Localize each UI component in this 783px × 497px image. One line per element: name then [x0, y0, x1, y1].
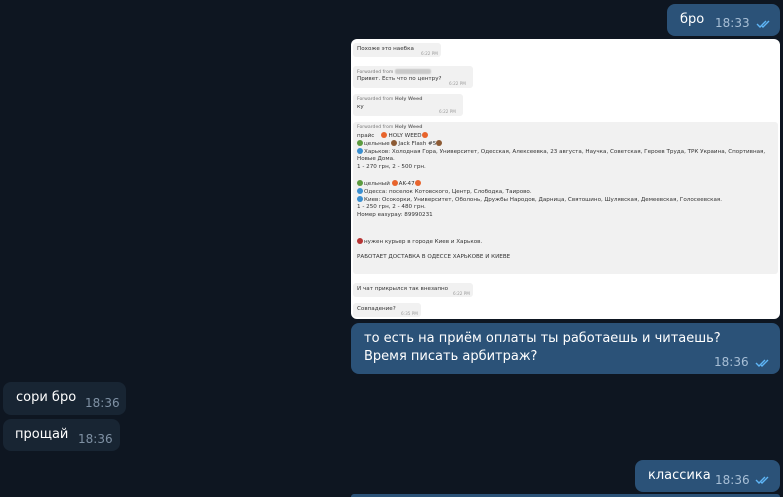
read-checkmarks-icon: [755, 476, 769, 484]
leaf-emoji-icon: [357, 140, 363, 146]
read-checkmarks-icon: [756, 20, 770, 28]
price-line: нужен курьер в городе Киев и Харьков.: [357, 238, 482, 247]
message-time: 18:36: [714, 355, 749, 369]
leaf-emoji-icon: [357, 180, 363, 186]
screenshot-message-text: ку: [357, 104, 364, 110]
forwarded-label: Forwarded from: [357, 69, 431, 75]
price-line: Номер easypay: 89990231: [357, 212, 433, 218]
price-line: 1 - 270 грн, 2 - 500 грн.: [357, 164, 426, 170]
fire-emoji-icon: [414, 180, 421, 186]
globe-emoji-icon: [357, 148, 363, 154]
read-checkmarks-icon: [755, 359, 769, 367]
price-line: Харьков: Холодная Гора, Университет, Оде…: [357, 148, 765, 157]
courier-emoji-icon: [357, 238, 363, 244]
screenshot-forwarded-message: Forwarded from Holy Weed ку 6:22 PM: [353, 94, 463, 116]
forwarded-label: Forwarded from Holy Weed: [357, 97, 423, 102]
screenshot-message-time: 6:22 PM: [449, 81, 466, 86]
price-line: Новые Дома.: [357, 156, 395, 162]
globe-emoji-icon: [357, 188, 363, 194]
fire-emoji-icon: [421, 132, 428, 138]
outgoing-message[interactable]: классика 18:36: [635, 460, 780, 492]
message-time: 18:36: [715, 473, 750, 487]
blurred-sender: [394, 69, 431, 74]
message-time: 18:36: [78, 432, 113, 446]
screenshot-message-time: 6:22 PM: [453, 291, 470, 296]
screenshot-forwarded-message: Forwarded from Привет. Есть что по центр…: [353, 66, 473, 88]
bud-emoji-icon: [436, 140, 443, 146]
screenshot-message-text: И чат прикрылся так внезапно: [357, 286, 449, 292]
price-line: 1 - 250 грн, 2 - 480 грн.: [357, 204, 426, 210]
price-line: РАБОТАЕТ ДОСТАВКА В ОДЕССЕ ХАРЬКОВЕ И КИ…: [357, 254, 511, 260]
message-time: 18:36: [85, 396, 120, 410]
globe-emoji-icon: [357, 196, 363, 202]
incoming-message[interactable]: сори бро 18:36: [3, 382, 126, 415]
bud-emoji-icon: [391, 140, 398, 146]
screenshot-message-time: 6:35 PM: [401, 311, 418, 316]
screenshot-message: Похоже это наебка 6:22 PM: [353, 43, 441, 57]
screenshot-message-text: Привет. Есть что по центру?: [357, 76, 442, 82]
message-text: сори бро: [16, 390, 77, 405]
incoming-message[interactable]: прощай 18:36: [3, 419, 120, 451]
message-text: классика: [648, 468, 711, 483]
fire-emoji-icon: [381, 132, 388, 138]
screenshot-forwarded-price-message: Forwarded from Holy Weed прайс HOLY WEED…: [353, 122, 778, 274]
screenshot-message: И чат прикрылся так внезапно 6:22 PM: [353, 283, 473, 297]
screenshot-message-time: 6:22 PM: [421, 51, 438, 56]
screenshot-message-time: 6:22 PM: [439, 109, 456, 114]
message-text: прощай: [15, 427, 69, 442]
screenshot-message-text: Совпадение?: [357, 306, 396, 312]
outgoing-message[interactable]: бро 18:33: [667, 4, 780, 36]
chat-screenshot-image[interactable]: Похоже это наебка 6:22 PM Forwarded from…: [351, 39, 780, 319]
message-text: бро: [680, 12, 705, 27]
message-time: 18:33: [715, 16, 750, 30]
screenshot-message: Совпадение? 6:35 PM: [353, 303, 421, 317]
screenshot-message-text: Похоже это наебка: [357, 46, 414, 52]
fire-emoji-icon: [391, 180, 398, 186]
outgoing-message[interactable]: то есть на приём оплаты ты работаешь и ч…: [351, 323, 780, 374]
message-text: то есть на приём оплаты ты работаешь и ч…: [364, 331, 721, 364]
forwarded-label: Forwarded from Holy Weed: [357, 125, 423, 130]
